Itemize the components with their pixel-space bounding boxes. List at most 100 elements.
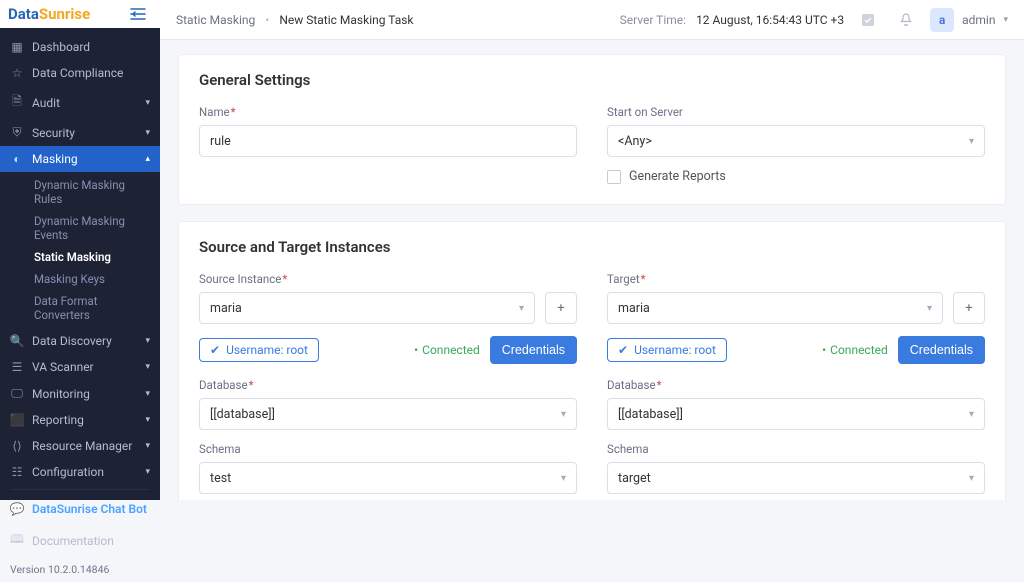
sidebar-sub-static-masking[interactable]: Static Masking xyxy=(28,246,160,268)
target-database-label: Database xyxy=(607,378,985,392)
source-connection-status: Connected xyxy=(414,343,480,357)
chevron-down-icon: ▾ xyxy=(561,473,566,484)
sidebar-item-label: Data Discovery xyxy=(32,334,112,348)
chevron-down-icon: ▾ xyxy=(969,473,974,484)
name-input[interactable]: rule xyxy=(199,125,577,157)
sidebar-sub-dynamic-rules[interactable]: Dynamic Masking Rules xyxy=(28,174,160,210)
target-credentials-button[interactable]: Credentials xyxy=(898,336,985,364)
source-schema-label: Schema xyxy=(199,442,577,456)
breadcrumb-current: New Static Masking Task xyxy=(279,13,413,27)
user-menu[interactable]: a admin ▾ xyxy=(930,8,1008,32)
sidebar-submenu-masking: Dynamic Masking Rules Dynamic Masking Ev… xyxy=(0,172,160,328)
sidebar-sub-dynamic-events[interactable]: Dynamic Masking Events xyxy=(28,210,160,246)
target-schema-select[interactable]: target ▾ xyxy=(607,462,985,494)
chevron-down-icon: ▾ xyxy=(1003,15,1008,25)
target-username-chip[interactable]: ✔ Username: root xyxy=(607,338,727,362)
target-database-select[interactable]: [[database]] ▾ xyxy=(607,398,985,430)
sliders-icon: ☷ xyxy=(10,465,24,479)
sidebar-item-data-compliance[interactable]: ☆ Data Compliance xyxy=(0,60,160,86)
target-schema-label: Schema xyxy=(607,442,985,456)
chevron-down-icon: ▾ xyxy=(519,303,524,314)
source-database-label: Database xyxy=(199,378,577,392)
start-on-server-label: Start on Server xyxy=(607,105,985,119)
bell-icon[interactable] xyxy=(892,6,920,34)
source-column: Source Instance maria ▾ + ✔ Usernam xyxy=(199,272,577,494)
chat-icon: 💬 xyxy=(10,502,24,516)
sidebar-item-monitoring[interactable]: 🖵 Monitoring ▾ xyxy=(0,380,160,407)
sidebar-item-label: Dashboard xyxy=(32,40,90,54)
book-icon: 🕮 xyxy=(10,530,24,551)
sidebar-chatbot-label: DataSunrise Chat Bot xyxy=(32,502,147,516)
checkbox-icon xyxy=(607,170,621,184)
sidebar-sub-data-format[interactable]: Data Format Converters xyxy=(28,290,160,326)
source-username-chip[interactable]: ✔ Username: root xyxy=(199,338,319,362)
topbar: Static Masking • New Static Masking Task… xyxy=(160,0,1024,40)
monitor-icon: 🖵 xyxy=(10,386,24,401)
source-instance-select[interactable]: maria ▾ xyxy=(199,292,535,324)
sidebar-item-masking[interactable]: ◐ Masking ▴ xyxy=(0,146,160,172)
sidebar-item-label: Audit xyxy=(32,96,60,110)
add-target-instance-button[interactable]: + xyxy=(953,292,985,324)
panel-source-target: Source and Target Instances Source Insta… xyxy=(178,221,1006,500)
breadcrumb-root[interactable]: Static Masking xyxy=(176,13,255,27)
source-credentials-button[interactable]: Credentials xyxy=(490,336,577,364)
doc-icon: 🗎 xyxy=(10,92,24,113)
sidebar-item-va-scanner[interactable]: ☰ VA Scanner ▾ xyxy=(0,354,160,380)
sidebar-item-label: VA Scanner xyxy=(32,360,94,374)
chevron-down-icon: ▾ xyxy=(145,441,150,451)
content-scroll[interactable]: General Settings Name rule Start on Serv… xyxy=(160,40,1024,500)
username: admin xyxy=(962,13,995,27)
sidebar-item-audit[interactable]: 🗎 Audit ▾ xyxy=(0,86,160,119)
sidebar-item-label: Masking xyxy=(32,152,78,166)
sidebar-item-configuration[interactable]: ☷ Configuration ▾ xyxy=(0,459,160,485)
server-time-label: Server Time: xyxy=(620,13,686,27)
search-icon: 🔍 xyxy=(10,334,24,348)
source-schema-select[interactable]: test ▾ xyxy=(199,462,577,494)
target-instance-select[interactable]: maria ▾ xyxy=(607,292,943,324)
sidebar-item-label: Monitoring xyxy=(32,387,90,401)
generate-reports-checkbox[interactable]: Generate Reports xyxy=(607,169,985,184)
sidebar-sub-masking-keys[interactable]: Masking Keys xyxy=(28,268,160,290)
chevron-down-icon: ▾ xyxy=(969,409,974,420)
brand-logo: DataSunrise xyxy=(8,5,90,23)
sidebar-item-label: Security xyxy=(32,126,75,140)
tasks-icon[interactable] xyxy=(854,6,882,34)
check-circle-icon: ✔ xyxy=(618,343,628,357)
sidebar-item-data-discovery[interactable]: 🔍 Data Discovery ▾ xyxy=(0,328,160,354)
chevron-up-icon: ▴ xyxy=(145,154,150,164)
sidebar-chatbot[interactable]: 💬 DataSunrise Chat Bot xyxy=(0,494,160,524)
start-on-server-select[interactable]: <Any> ▾ xyxy=(607,125,985,157)
panel-heading: Source and Target Instances xyxy=(199,238,985,256)
target-instance-label: Target xyxy=(607,272,985,286)
sidebar-item-label: Configuration xyxy=(32,465,104,479)
code-icon: ⟨⟩ xyxy=(10,439,24,453)
sidebar-item-resource-manager[interactable]: ⟨⟩ Resource Manager ▾ xyxy=(0,433,160,459)
target-connection-status: Connected xyxy=(822,343,888,357)
check-circle-icon: ✔ xyxy=(210,343,220,357)
scan-icon: ☰ xyxy=(10,360,24,374)
sidebar-documentation[interactable]: 🕮 Documentation xyxy=(0,524,160,557)
source-database-select[interactable]: [[database]] ▾ xyxy=(199,398,577,430)
sidebar-item-label: Resource Manager xyxy=(32,439,132,453)
add-source-instance-button[interactable]: + xyxy=(545,292,577,324)
panel-heading: General Settings xyxy=(199,71,985,89)
sidebar-item-reporting[interactable]: ⬛ Reporting ▾ xyxy=(0,407,160,433)
sidebar-item-security[interactable]: ⛨ Security ▾ xyxy=(0,119,160,146)
shield-star-icon: ☆ xyxy=(10,66,24,80)
sidebar-toggle-icon[interactable] xyxy=(124,0,152,28)
chart-icon: ⬛ xyxy=(10,413,24,427)
chevron-down-icon: ▾ xyxy=(145,128,150,138)
breadcrumb-separator: • xyxy=(265,13,269,27)
generate-reports-label: Generate Reports xyxy=(629,169,726,184)
sidebar-item-label: Reporting xyxy=(32,413,84,427)
shield-icon: ⛨ xyxy=(10,125,24,140)
avatar: a xyxy=(930,8,954,32)
logo-bar: DataSunrise xyxy=(0,0,160,28)
sidebar-nav: ▦ Dashboard ☆ Data Compliance 🗎 Audit ▾ … xyxy=(0,28,160,582)
chevron-down-icon: ▾ xyxy=(927,303,932,314)
main-area: Static Masking • New Static Masking Task… xyxy=(160,0,1024,500)
sidebar-item-dashboard[interactable]: ▦ Dashboard xyxy=(0,34,160,60)
chevron-down-icon: ▾ xyxy=(145,389,150,399)
sidebar-item-label: Data Compliance xyxy=(32,66,123,80)
sidebar: DataSunrise ▦ Dashboard ☆ Data Complianc… xyxy=(0,0,160,500)
